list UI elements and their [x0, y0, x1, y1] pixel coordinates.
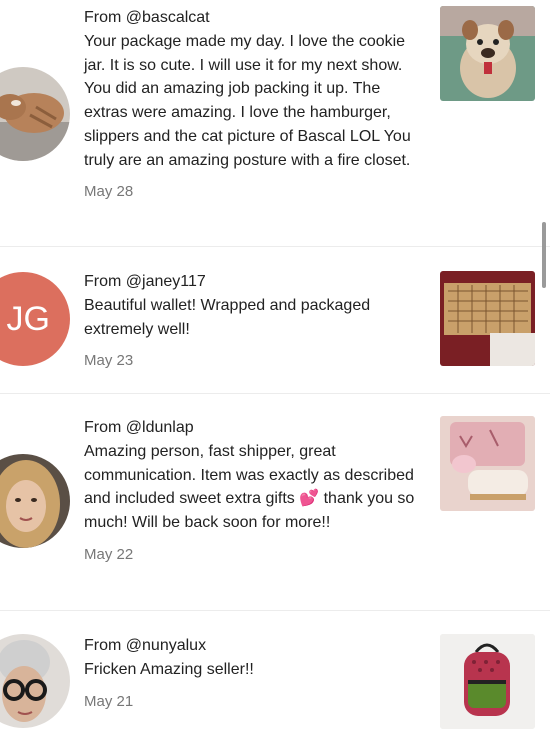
reviewer-avatar[interactable] [0, 67, 70, 161]
review-photo-thumbnail[interactable] [440, 271, 535, 366]
cat-avatar-image [0, 67, 70, 161]
review-text: Fricken Amazing seller!! [84, 661, 254, 678]
pink-items-image [440, 416, 535, 511]
woman-glasses-avatar-image [0, 634, 70, 728]
review-sender[interactable]: From @bascalcat [84, 6, 426, 30]
review-photo-thumbnail[interactable] [440, 634, 535, 729]
review-date: May 21 [84, 692, 134, 710]
review-item: From @ldunlap Amazing person, fast shipp… [0, 394, 550, 611]
review-photo-thumbnail[interactable] [440, 416, 535, 511]
wallet-image [440, 271, 535, 366]
review-text: Amazing person, fast shipper, great comm… [84, 443, 415, 532]
bulldog-jar-image [440, 6, 535, 101]
review-date: May 28 [84, 183, 134, 201]
review-photo-thumbnail[interactable] [440, 6, 535, 101]
backpack-image [440, 634, 535, 729]
review-date: May 22 [84, 545, 134, 563]
reviewer-avatar[interactable]: JG [0, 272, 70, 366]
reviewer-avatar[interactable] [0, 454, 70, 548]
woman-avatar-image [0, 454, 70, 548]
review-text: Beautiful wallet! Wrapped and packaged e… [84, 297, 371, 338]
review-text: Your package made my day. I love the coo… [84, 33, 411, 169]
review-date: May 23 [84, 352, 134, 370]
review-item: From @nunyalux Fricken Amazing seller!! … [0, 611, 550, 733]
review-sender[interactable]: From @nunyalux [84, 634, 426, 658]
review-sender[interactable]: From @janey117 [84, 270, 426, 294]
review-sender[interactable]: From @ldunlap [84, 416, 426, 440]
review-item: From @bascalcat Your package made my day… [0, 0, 550, 247]
avatar-initials: JG [6, 299, 50, 338]
reviewer-avatar[interactable] [0, 634, 70, 728]
scrollbar[interactable] [542, 222, 546, 288]
review-item: JG From @janey117 Beautiful wallet! Wrap… [0, 247, 550, 394]
